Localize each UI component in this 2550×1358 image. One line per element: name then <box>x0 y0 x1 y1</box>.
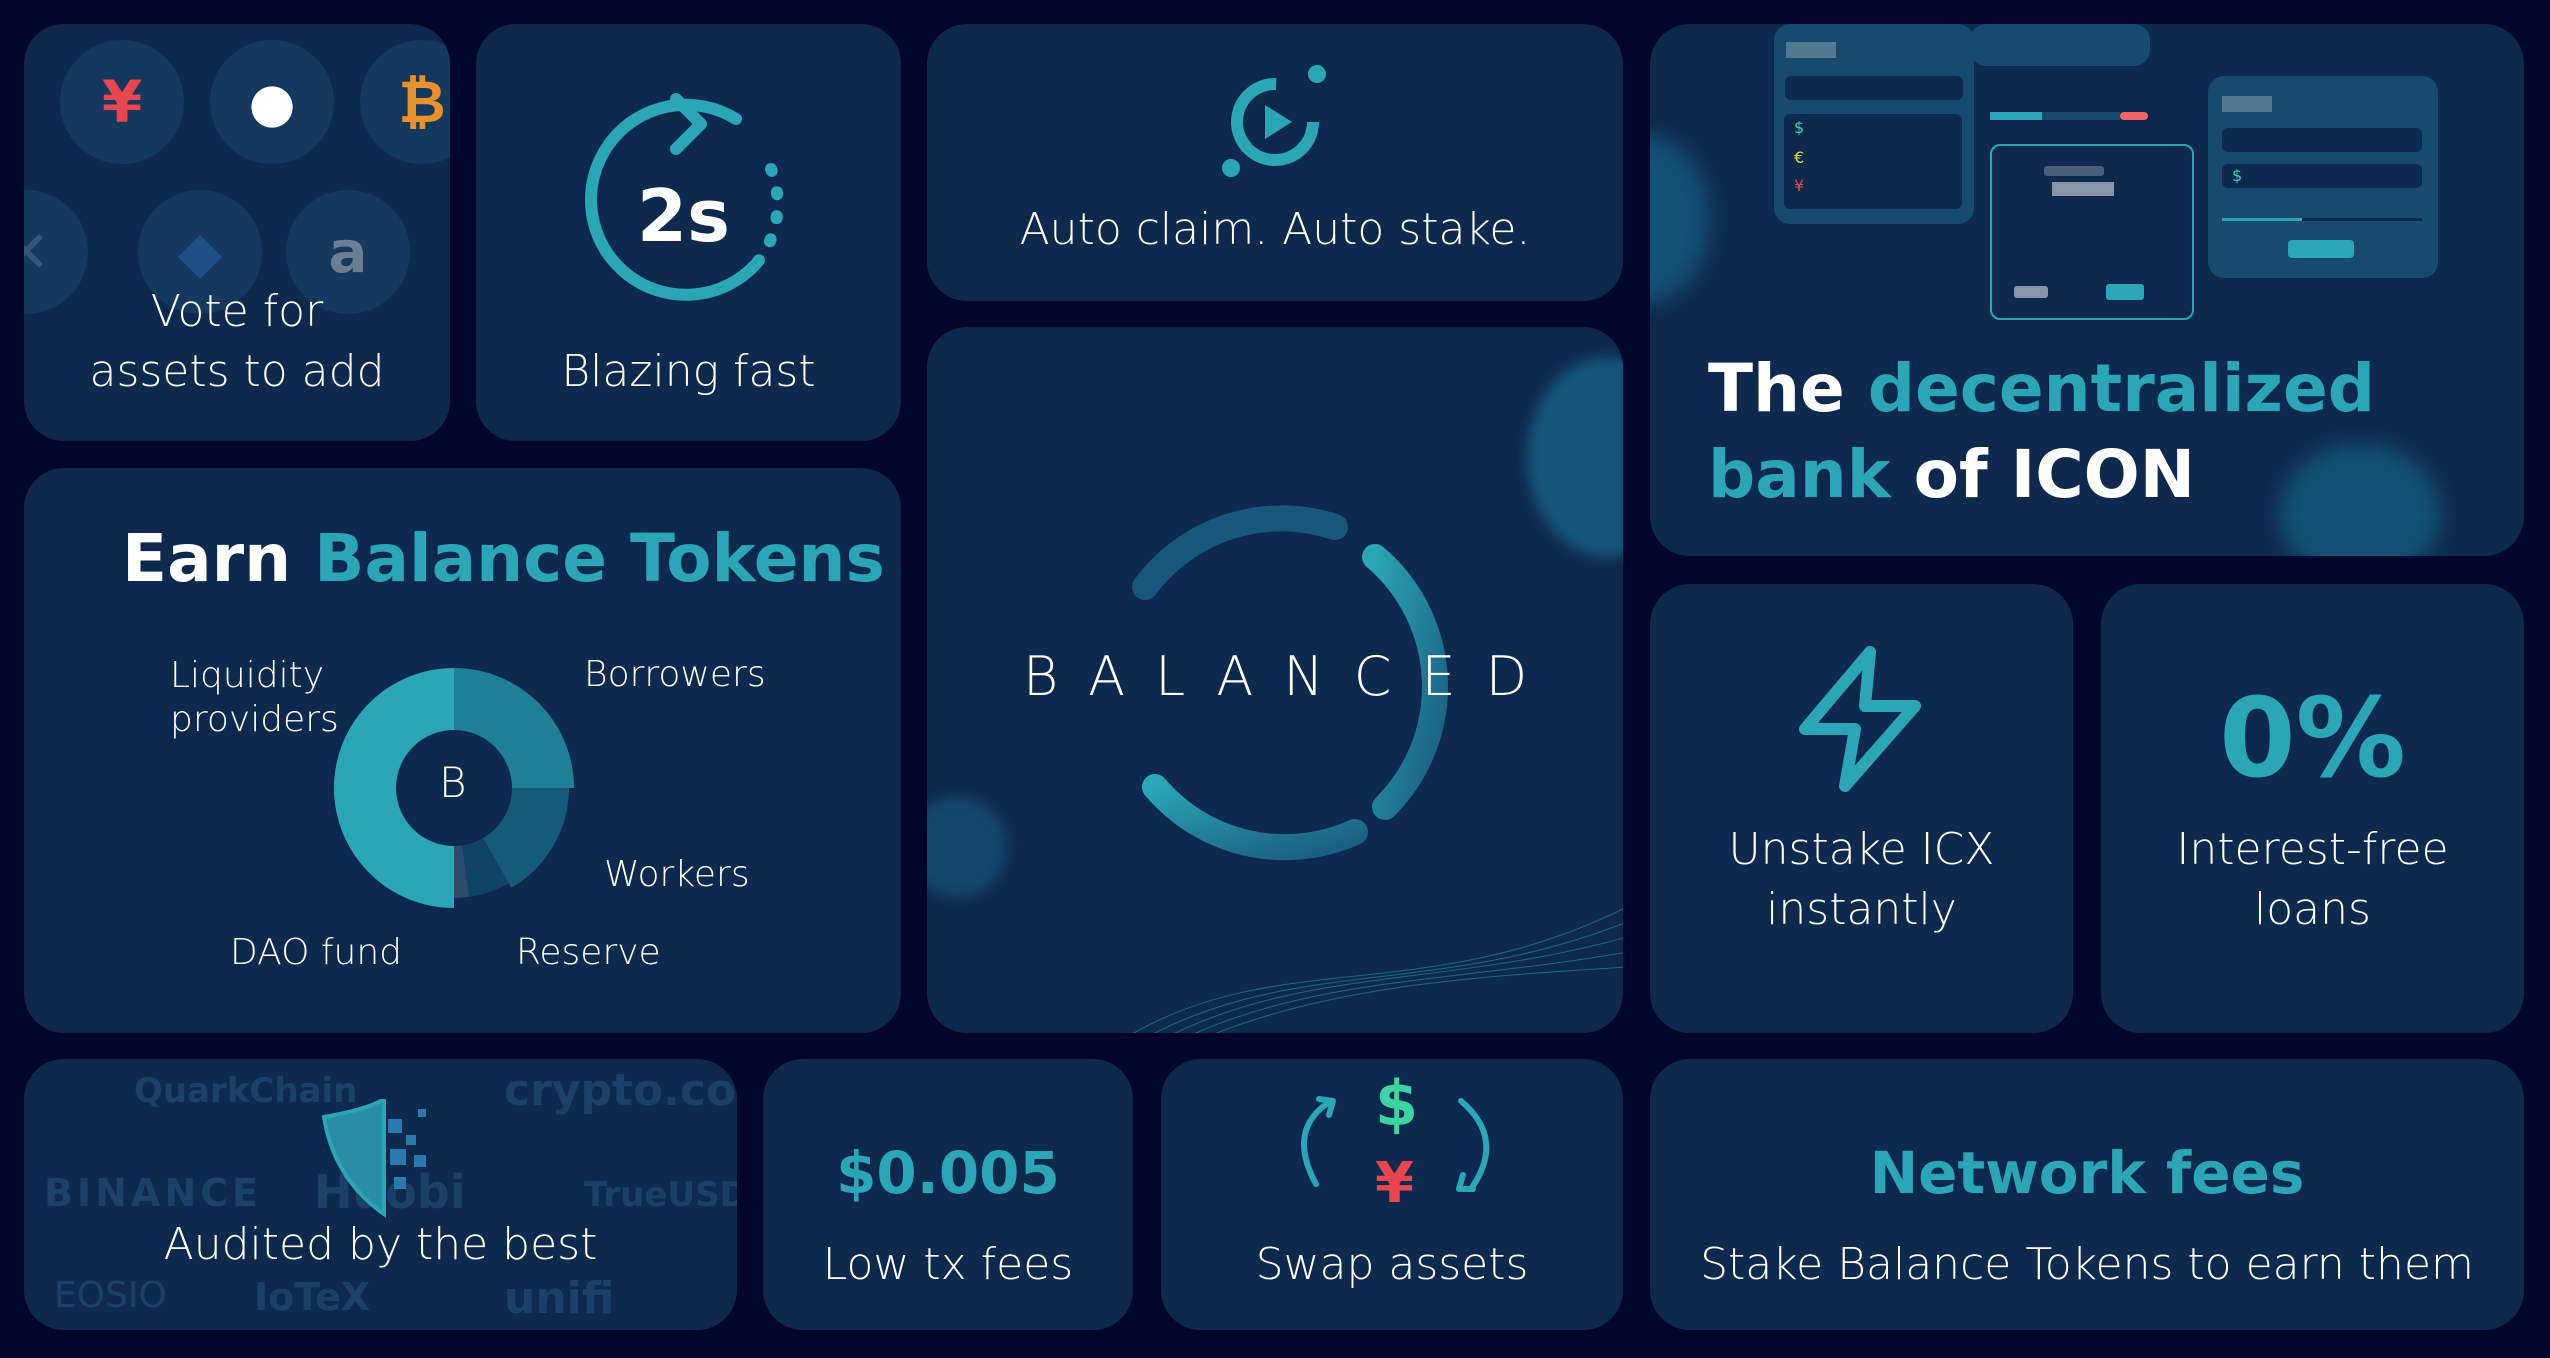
wave-decoration <box>1133 908 1623 1033</box>
audited-label: Audited by the best <box>163 1219 598 1270</box>
unstake-card: Unstake ICX instantly <box>1650 584 2073 1033</box>
word-balance-tokens: Balance Tokens <box>314 520 885 597</box>
swap-label: Swap assets <box>1255 1239 1529 1290</box>
logo-crypto-com: crypto.com <box>504 1065 737 1116</box>
wallet-panel: $ € ¥ <box>1774 24 1974 224</box>
network-title: Network fees <box>1869 1139 2305 1207</box>
auto-claim-label: Auto claim. Auto stake. <box>1019 204 1531 255</box>
loans-line1: Interest-free <box>2176 824 2449 875</box>
audited-card: QuarkChain crypto.com BINANCE Huobi True… <box>24 1059 737 1330</box>
unstake-line2: instantly <box>1766 884 1957 935</box>
auto-claim-card: Auto claim. Auto stake. <box>927 24 1623 301</box>
logo-eosio: EOSIO <box>54 1275 167 1316</box>
dollar-icon: $ <box>1794 118 1805 137</box>
fast-label: Blazing fast <box>561 346 816 397</box>
label-borrowers: Borrowers <box>584 654 766 695</box>
logo-trueusd: TrueUSD <box>584 1175 737 1215</box>
earn-card: Earn Balance Tokens B Liquidity providers… <box>24 468 901 1033</box>
logo-unifi: unifi <box>504 1273 615 1324</box>
brand-name: BALANCED <box>1022 645 1558 708</box>
word-earn: Earn <box>122 520 292 597</box>
fees-value: $0.005 <box>836 1139 1060 1207</box>
swap-card: $ ¥ Swap assets <box>1161 1059 1623 1330</box>
label-reserve: Reserve <box>516 932 661 973</box>
icx-play-icon <box>1222 65 1326 177</box>
fees-label: Low tx fees <box>822 1239 1074 1290</box>
confirm-modal <box>1990 144 2194 320</box>
label-dao-fund: DAO fund <box>230 932 403 973</box>
dollar-icon: $ <box>2232 166 2243 185</box>
fast-value: 2s <box>637 174 730 258</box>
word-the: The <box>1708 350 1845 427</box>
logo-binance: BINANCE <box>44 1171 262 1215</box>
vote-card: ¥ ● ₿ ✕ ◆ a Vote for assets to add <box>24 24 450 441</box>
network-label: Stake Balance Tokens to earn them <box>1700 1239 2474 1290</box>
unstake-line1: Unstake ICX <box>1728 824 1995 875</box>
network-card: Network fees Stake Balance Tokens to ear… <box>1650 1059 2524 1330</box>
fees-card: $0.005 Low tx fees <box>763 1059 1133 1330</box>
word-decentralized: decentralized <box>1867 350 2375 427</box>
vote-line2: assets to add <box>89 346 385 397</box>
loans-card: 0% Interest-free loans <box>2101 584 2524 1033</box>
fast-card: 2s Blazing fast <box>476 24 901 441</box>
loans-value: 0% <box>2219 674 2406 802</box>
donut-segment-borrowers <box>454 668 574 788</box>
yen-coin-icon: ¥ <box>60 40 184 164</box>
donut-center-label: B <box>439 758 467 807</box>
word-of-icon: of ICON <box>1913 436 2196 513</box>
lightning-icon <box>1799 646 1921 792</box>
label-workers: Workers <box>604 854 750 895</box>
swap-arrows-icon <box>1301 1096 1490 1192</box>
vote-line1: Vote for <box>150 286 324 337</box>
stake-panel: $ <box>2208 76 2438 278</box>
logo-iotex: IoTeX <box>254 1275 371 1319</box>
apple-coin-icon: ● <box>210 40 334 164</box>
label-liquidity-providers: Liquidity providers <box>170 655 339 740</box>
word-bank: bank <box>1708 436 1891 513</box>
top-panel <box>1970 24 2150 66</box>
bank-headline: The decentralized bank of ICON <box>1708 346 2375 518</box>
shield-icon <box>321 1099 426 1218</box>
ratio-bar <box>1990 112 2120 120</box>
bank-card: $ € ¥ $ The decentralized bank of ICON <box>1650 24 2524 556</box>
euro-icon: € <box>1794 148 1805 167</box>
bitcoin-coin-icon: ₿ <box>360 40 450 164</box>
donut-segment-liquidity-providers <box>334 668 454 908</box>
earn-title: Earn Balance Tokens <box>122 520 885 597</box>
loans-line2: loans <box>2254 884 2371 935</box>
balanced-card: BALANCED <box>927 327 1623 1033</box>
yen-icon: ¥ <box>1794 176 1805 195</box>
